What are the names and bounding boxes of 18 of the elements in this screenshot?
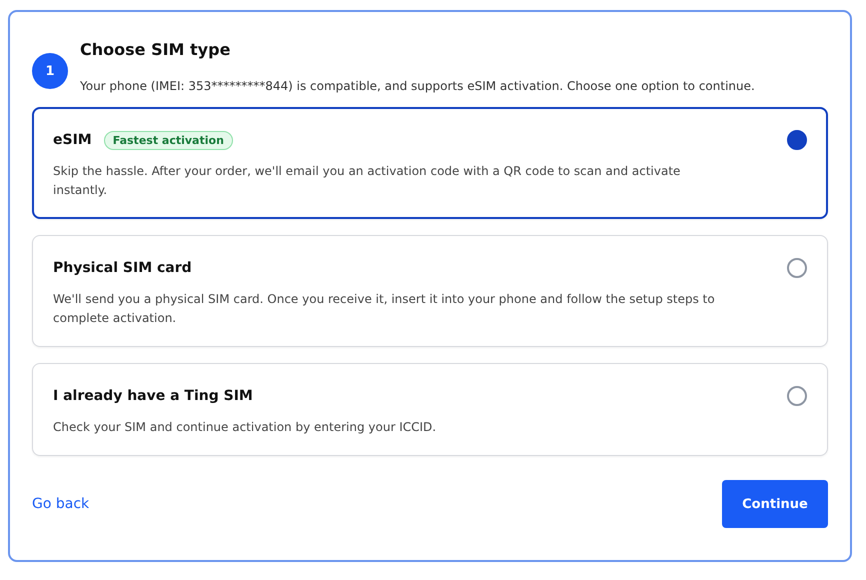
radio-button[interactable] xyxy=(787,130,807,150)
step-number: 1 xyxy=(32,53,68,89)
radio-button[interactable] xyxy=(787,258,807,278)
option-title: eSIM xyxy=(53,132,92,148)
step-description: Your phone (IMEI: 353*********844) is compatible, and supports eSIM activation. Choose one option to continue. xyxy=(80,79,755,93)
radio-button[interactable] xyxy=(787,386,807,406)
option-title: Physical SIM card xyxy=(53,260,192,276)
option-description: Skip the hassle. After your order, we'll email you an activation code with a QR code to scan and activate instantly. xyxy=(53,163,682,199)
option-description: Check your SIM and continue activation by entering your ICCID. xyxy=(53,419,438,436)
option-description: We'll send you a physical SIM card. Once you receive it, insert it into your phone and follow the setup steps to complete activation. xyxy=(53,291,716,327)
sim-option-card[interactable]: I already have a Ting SIM Check your SIM and continue activation by entering your ICCID. xyxy=(32,363,828,456)
option-badge: Fastest activation xyxy=(104,130,233,150)
step-title: Choose SIM type xyxy=(80,40,232,59)
go-back-link[interactable]: Go back xyxy=(32,496,90,512)
sim-option-card[interactable]: Physical SIM card We'll send you a physical SIM card. Once you receive it, insert it into your phone and follow the setup steps to complete activation. xyxy=(32,235,828,347)
option-title: I already have a Ting SIM xyxy=(53,388,253,404)
sim-option-card[interactable]: eSIM Fastest activation Skip the hassle. After your order, we'll email you an activation code with a QR code to scan and activate instantly. xyxy=(32,107,828,219)
continue-button[interactable]: Continue xyxy=(722,480,828,528)
